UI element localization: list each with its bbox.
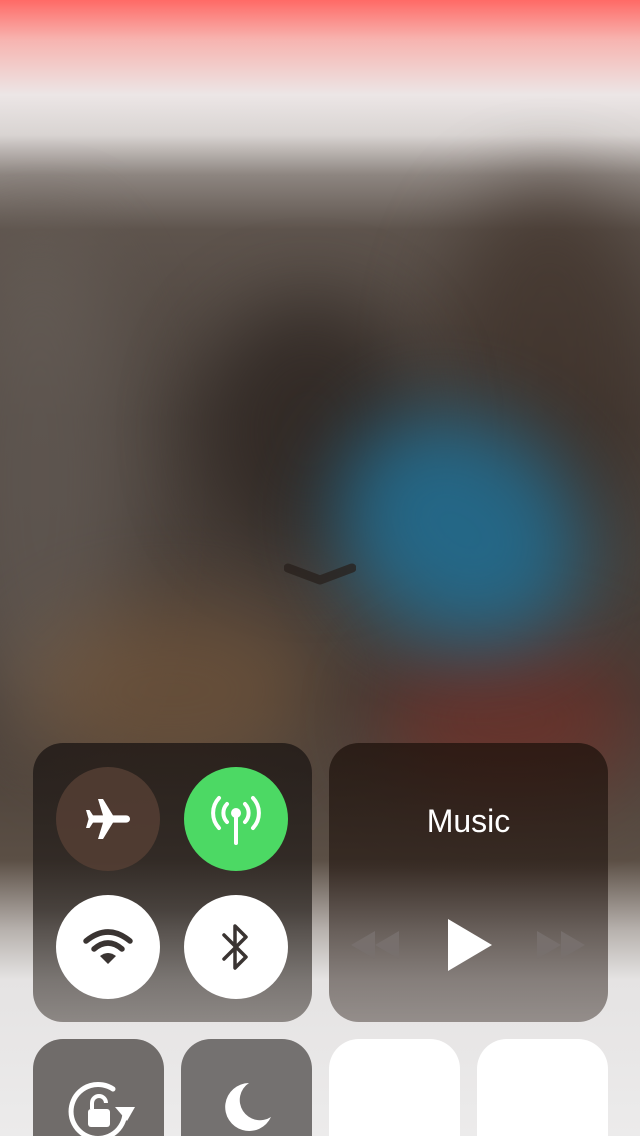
play-icon (448, 919, 492, 971)
do-not-disturb-toggle[interactable] (181, 1039, 312, 1136)
wifi-toggle[interactable] (56, 895, 160, 999)
wifi-icon (83, 929, 133, 964)
fast-forward-button[interactable] (533, 927, 589, 963)
control-tile[interactable] (477, 1039, 608, 1136)
rotation-lock-toggle[interactable] (33, 1039, 164, 1136)
bluetooth-icon (222, 924, 248, 970)
control-tile[interactable] (329, 1039, 460, 1136)
rotation-lock-icon (68, 1082, 135, 1136)
music-title: Music (426, 803, 511, 839)
fast-forward-icon (537, 931, 585, 959)
rewind-button[interactable] (347, 927, 403, 963)
bluetooth-toggle[interactable] (184, 895, 288, 999)
chevron-down-icon[interactable] (284, 560, 356, 586)
music-panel[interactable]: Music (329, 743, 608, 1022)
antenna-icon (211, 796, 261, 845)
connectivity-panel (33, 743, 312, 1022)
play-button[interactable] (439, 913, 499, 977)
rewind-icon (351, 931, 399, 959)
airplane-icon (86, 799, 130, 839)
cellular-data-toggle[interactable] (184, 767, 288, 871)
airplane-mode-toggle[interactable] (56, 767, 160, 871)
moon-icon (225, 1083, 271, 1131)
